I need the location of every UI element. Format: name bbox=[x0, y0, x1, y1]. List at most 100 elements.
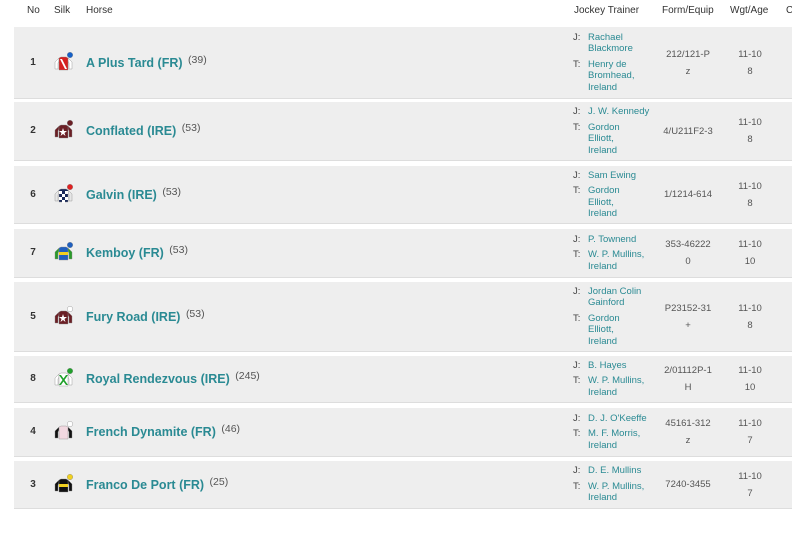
trainer-name-line[interactable]: Ireland bbox=[588, 208, 663, 220]
trainer-link[interactable]: W. P. Mullins, Ireland bbox=[588, 249, 663, 272]
trainer-name-line[interactable]: W. P. Mullins, bbox=[588, 249, 663, 261]
trainer-label: T: bbox=[573, 312, 581, 324]
horse-name-link[interactable]: Royal Rendezvous (IRE) (245) bbox=[86, 370, 260, 386]
jockey-name-line[interactable]: J. W. Kennedy bbox=[588, 106, 663, 118]
horse-name-link[interactable]: A Plus Tard (FR) (39) bbox=[86, 54, 207, 70]
trainer-name-line[interactable]: Bromhead, bbox=[588, 70, 663, 82]
jockey-link[interactable]: Rachael Blackmore bbox=[588, 32, 663, 55]
trainer-name-line[interactable]: M. F. Morris, bbox=[588, 428, 663, 440]
horse-name-link[interactable]: French Dynamite (FR) (46) bbox=[86, 423, 240, 439]
runner-number: 8 bbox=[30, 373, 36, 384]
jockey-link[interactable]: D. E. Mullins bbox=[588, 465, 663, 477]
trainer-name-line[interactable]: Elliott, bbox=[588, 197, 663, 209]
horse-name[interactable]: Royal Rendezvous (IRE) bbox=[86, 372, 230, 386]
jockey-link[interactable]: P. Townend bbox=[588, 234, 663, 246]
trainer-name-line[interactable]: Ireland bbox=[588, 145, 663, 157]
jockey-name-line[interactable]: Gainford bbox=[588, 297, 663, 309]
trainer-link[interactable]: W. P. Mullins, Ireland bbox=[588, 375, 663, 398]
form-figures: 212/121-P bbox=[666, 48, 710, 60]
jockey-silk-icon bbox=[52, 119, 74, 141]
trainer-label: T: bbox=[573, 428, 581, 440]
trainer-name-line[interactable]: Elliott, bbox=[588, 133, 663, 145]
horse-name[interactable]: Franco De Port (FR) bbox=[86, 478, 204, 492]
horse-name[interactable]: Galvin (IRE) bbox=[86, 188, 157, 202]
form-equip-cell: 2/01112P-1 H bbox=[660, 362, 716, 396]
horse-rating: (46) bbox=[221, 423, 241, 435]
trainer-name-line[interactable]: Ireland bbox=[588, 387, 663, 399]
trainer-link[interactable]: Gordon Elliott, Ireland bbox=[588, 313, 663, 348]
horse-rating: (53) bbox=[169, 244, 188, 256]
horse-name-link[interactable]: Galvin (IRE) (53) bbox=[86, 186, 181, 202]
form-figures: 353-46222 bbox=[665, 239, 711, 250]
trainer-name-line[interactable]: Gordon bbox=[588, 185, 663, 197]
trainer-name-line[interactable]: Elliott, bbox=[588, 324, 663, 336]
form-figures: 7240-3455 bbox=[665, 479, 711, 490]
wgt-age-cell: 11-10 8 bbox=[732, 178, 768, 212]
horse-name[interactable]: Kemboy (FR) bbox=[86, 246, 164, 260]
horse-rating: (25) bbox=[209, 475, 229, 488]
trainer-link[interactable]: W. P. Mullins, Ireland bbox=[588, 481, 663, 504]
form-equip-cell: 353-46222 0 bbox=[660, 236, 716, 270]
trainer-label: T: bbox=[573, 375, 581, 387]
trainer-name-line[interactable]: Ireland bbox=[588, 261, 663, 273]
trainer-link[interactable]: Gordon Elliott, Ireland bbox=[588, 185, 663, 220]
jockey-silk-icon bbox=[52, 51, 74, 73]
horse-name-link[interactable]: Franco De Port (FR) (25) bbox=[86, 476, 228, 492]
header-extra: C bbox=[786, 5, 792, 16]
weight: 11-10 bbox=[738, 180, 762, 192]
horse-name[interactable]: French Dynamite (FR) bbox=[86, 425, 216, 439]
jockey-label: J: bbox=[573, 233, 581, 245]
trainer-name-line[interactable]: Ireland bbox=[588, 336, 663, 348]
form-equip-cell: P23152-31 + bbox=[660, 300, 716, 334]
jockey-name-line[interactable]: Jordan Colin bbox=[588, 286, 663, 298]
wgt-age-cell: 11-10 8 bbox=[732, 46, 768, 80]
wgt-age-cell: 11-10 10 bbox=[732, 236, 768, 270]
horse-name[interactable]: A Plus Tard (FR) bbox=[86, 56, 183, 70]
runner-row: 7 Kemboy (FR) (53) J: P. Townend T: W. P. Mu… bbox=[14, 229, 792, 278]
jockey-label: J: bbox=[573, 412, 581, 424]
table-header: No Silk Horse Jockey Trainer Form/Equip … bbox=[0, 0, 792, 22]
trainer-name-line[interactable]: Gordon bbox=[588, 122, 663, 134]
form-equip-cell: 4/U211F2-3 bbox=[660, 123, 716, 140]
trainer-link[interactable]: Gordon Elliott, Ireland bbox=[588, 122, 663, 157]
jockey-name-line[interactable]: D. J. O'Keeffe bbox=[588, 413, 663, 425]
jockey-name-line[interactable]: P. Townend bbox=[588, 234, 663, 246]
trainer-name-line[interactable]: Ireland bbox=[588, 492, 663, 504]
jockey-trainer-cell: J: D. J. O'Keeffe T: M. F. Morris, Ireland bbox=[573, 413, 663, 452]
form-figures: 2/01112P-1 bbox=[664, 365, 712, 376]
jockey-link[interactable]: J. W. Kennedy bbox=[588, 106, 663, 118]
horse-name-link[interactable]: Conflated (IRE) (53) bbox=[86, 122, 200, 138]
form-equip-cell: 1/1214-614 bbox=[660, 186, 716, 203]
horse-name[interactable]: Conflated (IRE) bbox=[86, 124, 176, 138]
jockey-name-line[interactable]: B. Hayes bbox=[588, 360, 663, 372]
jockey-name-line[interactable]: D. E. Mullins bbox=[588, 465, 663, 477]
jockey-link[interactable]: D. J. O'Keeffe bbox=[588, 413, 663, 425]
jockey-name-line[interactable]: Blackmore bbox=[588, 43, 663, 55]
trainer-name-line[interactable]: W. P. Mullins, bbox=[588, 481, 663, 493]
trainer-name-line[interactable]: Ireland bbox=[588, 82, 663, 94]
equipment-code: + bbox=[685, 319, 691, 331]
trainer-link[interactable]: Henry de Bromhead, Ireland bbox=[588, 59, 663, 94]
trainer-link[interactable]: M. F. Morris, Ireland bbox=[588, 428, 663, 451]
jockey-link[interactable]: B. Hayes bbox=[588, 360, 663, 372]
horse-name-link[interactable]: Kemboy (FR) (53) bbox=[86, 244, 188, 260]
jockey-trainer-cell: J: J. W. Kennedy T: Gordon Elliott, Ireland bbox=[573, 106, 663, 156]
age: 8 bbox=[747, 319, 753, 331]
jockey-name-line[interactable]: Rachael bbox=[588, 32, 663, 44]
trainer-label: T: bbox=[573, 249, 581, 261]
jockey-silk-icon bbox=[52, 473, 74, 495]
trainer-name-line[interactable]: Ireland bbox=[588, 440, 663, 452]
form-figures: 4/U211F2-3 bbox=[663, 125, 713, 137]
horse-name[interactable]: Fury Road (IRE) bbox=[86, 310, 180, 324]
jockey-link[interactable]: Sam Ewing bbox=[588, 170, 663, 182]
trainer-name-line[interactable]: Henry de bbox=[588, 59, 663, 71]
trainer-name-line[interactable]: Gordon bbox=[588, 313, 663, 325]
horse-name-link[interactable]: Fury Road (IRE) (53) bbox=[86, 308, 205, 324]
age: 8 bbox=[747, 197, 753, 209]
jockey-link[interactable]: Jordan Colin Gainford bbox=[588, 286, 663, 309]
jockey-name-line[interactable]: Sam Ewing bbox=[588, 170, 663, 182]
trainer-name-line[interactable]: W. P. Mullins, bbox=[588, 375, 663, 387]
weight: 11-10 bbox=[738, 302, 762, 314]
trainer-label: T: bbox=[573, 58, 581, 70]
jockey-trainer-cell: J: Jordan Colin Gainford T: Gordon Elliott, Ir… bbox=[573, 286, 663, 348]
